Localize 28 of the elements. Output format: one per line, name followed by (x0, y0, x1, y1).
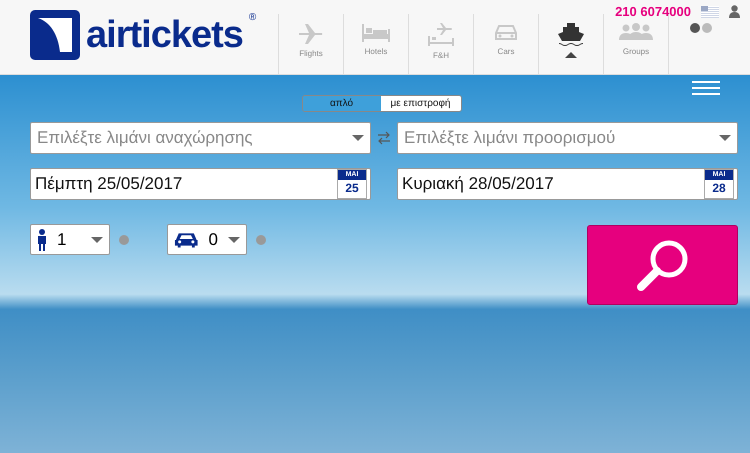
plane-and-bed-icon (427, 22, 455, 46)
count-select[interactable]: 0 (167, 224, 247, 255)
airplane-icon (297, 22, 325, 44)
dots-icon (689, 22, 713, 34)
search-button[interactable] (587, 225, 738, 305)
logo-text: airtickets (86, 14, 243, 56)
trip-type-tab[interactable]: απλό (302, 96, 380, 111)
swap-icon[interactable] (377, 131, 391, 145)
arrival-port-select[interactable]: Επιλέξτε λιμάνι προορισμού (397, 122, 738, 154)
car-icon (174, 230, 199, 248)
flag-icon[interactable] (701, 6, 719, 18)
car-icon (493, 22, 519, 42)
person-icon (37, 228, 47, 250)
nav-tab[interactable]: Flights (278, 14, 343, 74)
bed-icon (361, 22, 391, 42)
logo-mark-icon (30, 10, 80, 60)
group-icon (618, 22, 654, 42)
user-icon[interactable] (729, 5, 740, 18)
caret-icon (565, 52, 577, 58)
nav-tab[interactable]: F&H (408, 14, 473, 74)
registered-mark: ® (248, 12, 256, 23)
departure-port-select[interactable]: Επιλέξτε λιμάνι αναχώρησης (30, 122, 371, 154)
count-select[interactable]: 1 (30, 224, 110, 255)
trip-type-tab[interactable]: με επιστροφή (380, 96, 460, 111)
menu-button[interactable] (692, 81, 720, 95)
ship-icon (556, 22, 586, 46)
nav-tab[interactable]: Hotels (343, 14, 408, 74)
nav-tab[interactable]: Cars (473, 14, 538, 74)
